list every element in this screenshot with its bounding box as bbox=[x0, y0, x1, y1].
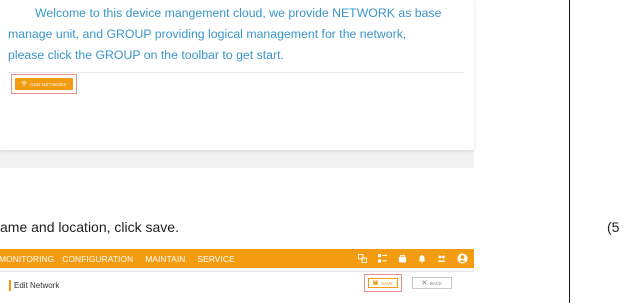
edit-network-title: Edit Network bbox=[9, 280, 59, 291]
edit-network-card: Edit Network SAVE BACK bbox=[0, 271, 474, 304]
nav-service[interactable]: SERVICE bbox=[197, 254, 234, 264]
app-frame: MONITORING CONFIGURATION MAINTAIN SERVIC… bbox=[0, 249, 474, 304]
save-highlight: SAVE bbox=[364, 274, 402, 292]
page-divider bbox=[569, 0, 570, 303]
save-icon bbox=[373, 280, 378, 286]
nav-maintain[interactable]: MAINTAIN bbox=[145, 254, 185, 264]
add-network-highlight: ADD NETWORK bbox=[11, 74, 77, 94]
nav-configuration[interactable]: CONFIGURATION bbox=[62, 254, 133, 264]
topbar-icons bbox=[358, 249, 468, 268]
divider bbox=[8, 72, 464, 73]
welcome-line-2: manage unit, and GROUP providing logical… bbox=[8, 27, 407, 41]
back-label: BACK bbox=[429, 280, 443, 286]
close-icon bbox=[421, 280, 427, 286]
bell-icon[interactable] bbox=[418, 254, 426, 263]
step-note: (5 bbox=[607, 219, 620, 235]
grid-icon[interactable] bbox=[378, 254, 387, 263]
add-network-label: ADD NETWORK bbox=[30, 81, 67, 87]
nav-monitoring[interactable]: MONITORING bbox=[0, 254, 54, 264]
top-nav-bar: MONITORING CONFIGURATION MAINTAIN SERVIC… bbox=[0, 249, 474, 268]
wifi-icon bbox=[21, 81, 27, 87]
users-icon[interactable] bbox=[437, 254, 446, 263]
welcome-message: Welcome to this device mangement cloud, … bbox=[8, 3, 470, 66]
back-button[interactable]: BACK bbox=[412, 277, 452, 289]
network-icon[interactable] bbox=[358, 254, 367, 263]
save-button[interactable]: SAVE bbox=[368, 278, 398, 288]
welcome-line-1: Welcome to this device mangement cloud, … bbox=[35, 6, 442, 20]
instruction-text: ame and location, click save. bbox=[0, 219, 179, 235]
add-network-button[interactable]: ADD NETWORK bbox=[15, 78, 73, 90]
account-icon[interactable] bbox=[457, 253, 468, 264]
save-label: SAVE bbox=[381, 280, 393, 286]
bag-icon[interactable] bbox=[398, 254, 407, 263]
welcome-line-3: please click the GROUP on the toolbar to… bbox=[8, 48, 284, 62]
welcome-card: Welcome to this device mangement cloud, … bbox=[0, 0, 474, 150]
